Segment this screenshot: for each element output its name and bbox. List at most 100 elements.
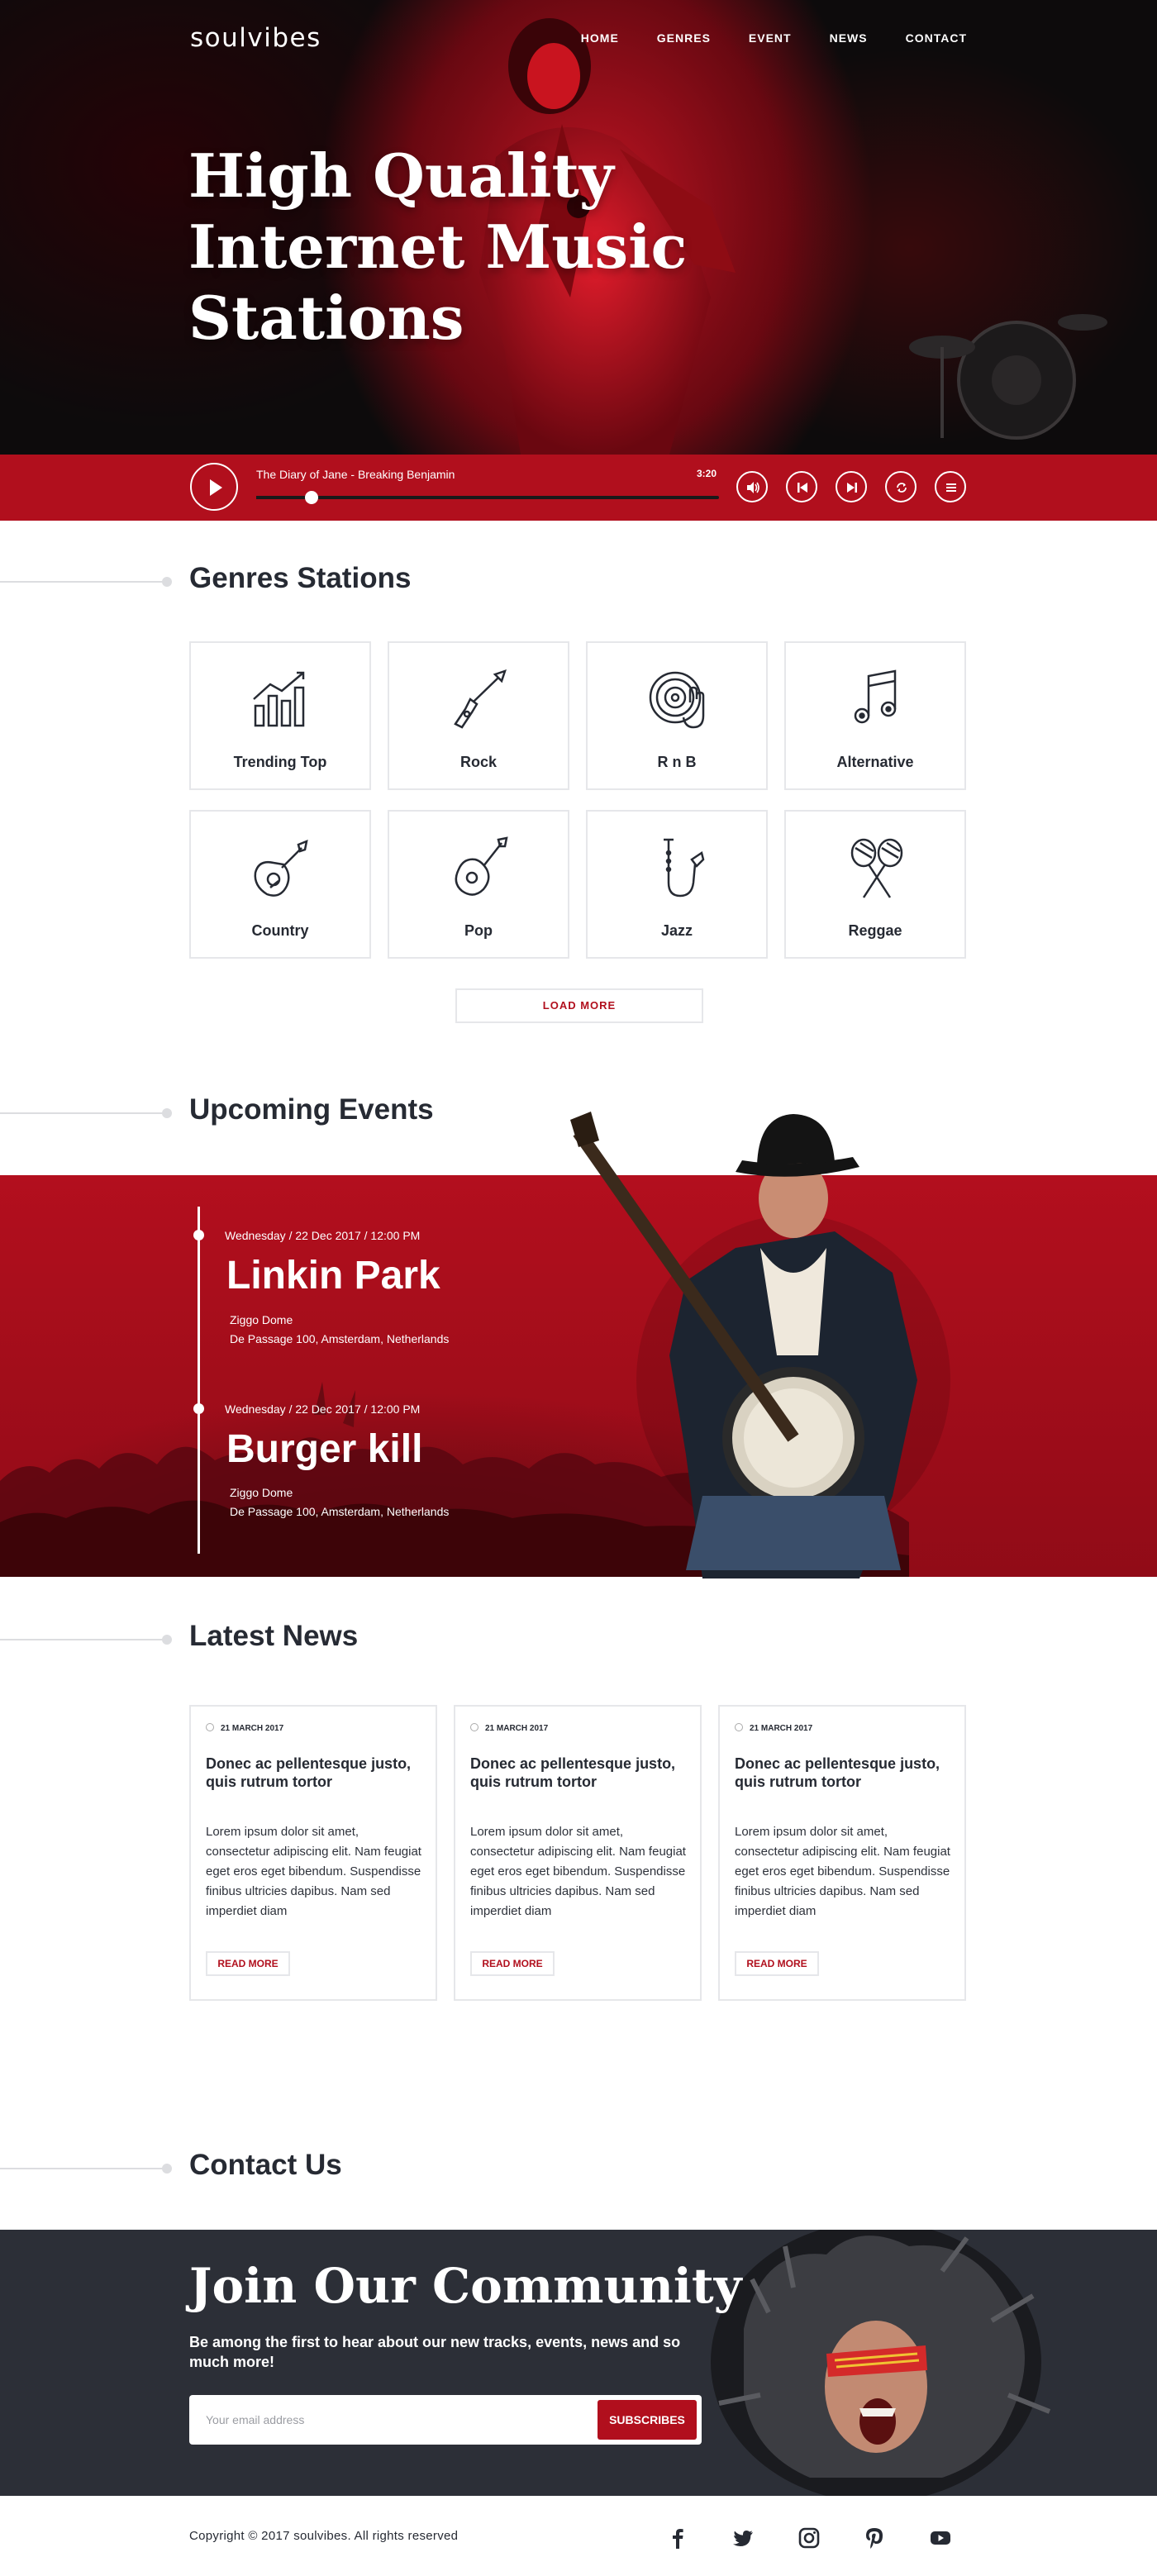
copyright-text: Copyright © 2017 soulvibes. All rights r… bbox=[189, 2529, 459, 2543]
events-heading: Upcoming Events bbox=[189, 1093, 434, 1126]
nav-news[interactable]: NEWS bbox=[830, 31, 868, 45]
genre-card-alternative[interactable]: Alternative bbox=[784, 641, 966, 790]
instagram-icon bbox=[798, 2527, 820, 2549]
nav-home[interactable]: HOME bbox=[581, 31, 619, 45]
music-note-icon bbox=[854, 669, 897, 724]
news-card: 21 MARCH 2017 Donec ac pellentesque just… bbox=[454, 1705, 702, 2001]
event-venue-address: De Passage 100, Amsterdam, Netherlands bbox=[230, 1505, 450, 1518]
event-venue-name: Ziggo Dome bbox=[230, 1313, 293, 1326]
news-card: 21 MARCH 2017 Donec ac pellentesque just… bbox=[189, 1705, 437, 2001]
trending-chart-icon bbox=[253, 671, 305, 727]
section-divider-dot bbox=[162, 1635, 172, 1645]
genre-card-rnb[interactable]: R n B bbox=[586, 641, 768, 790]
next-icon bbox=[847, 483, 857, 493]
playlist-button[interactable] bbox=[935, 471, 966, 502]
news-heading: Latest News bbox=[189, 1620, 359, 1652]
music-player-bar bbox=[0, 455, 1157, 521]
genre-card-jazz[interactable]: Jazz bbox=[586, 810, 768, 959]
hero-title-line: High Quality bbox=[188, 140, 614, 211]
load-more-button[interactable]: LOAD MORE bbox=[455, 988, 703, 1023]
pinterest-link[interactable] bbox=[862, 2526, 887, 2550]
previous-button[interactable] bbox=[786, 471, 817, 502]
track-progress-fill bbox=[256, 496, 312, 499]
facebook-icon bbox=[673, 2529, 683, 2549]
event-title[interactable]: Burger kill bbox=[226, 1426, 422, 1472]
hero-title: High Quality Internet Music Stations bbox=[188, 140, 767, 354]
event-venue: Ziggo Dome De Passage 100, Amsterdam, Ne… bbox=[230, 1311, 449, 1349]
nav-contact[interactable]: CONTACT bbox=[906, 31, 967, 45]
genre-label: Reggae bbox=[848, 922, 902, 939]
join-title: Join Our Community bbox=[189, 2258, 742, 2314]
timeline-dot bbox=[193, 1403, 204, 1414]
track-time: 3:20 bbox=[697, 468, 717, 479]
track-progress-bar[interactable] bbox=[256, 491, 719, 504]
genre-card-pop[interactable]: Pop bbox=[388, 810, 569, 959]
genre-label: Jazz bbox=[660, 922, 693, 939]
maracas-icon bbox=[850, 838, 903, 898]
genres-heading: Genres Stations bbox=[189, 562, 412, 594]
news-date: 21 MARCH 2017 bbox=[206, 1723, 283, 1733]
genre-card-country[interactable]: Country bbox=[189, 810, 371, 959]
section-divider-dot bbox=[162, 2164, 172, 2174]
news-date: 21 MARCH 2017 bbox=[470, 1723, 548, 1733]
news-title[interactable]: Donec ac pellentesque justo, quis rutrum… bbox=[735, 1755, 951, 1791]
news-excerpt: Lorem ipsum dolor sit amet, consectetur … bbox=[206, 1825, 421, 1918]
read-more-button[interactable]: READ MORE bbox=[470, 1951, 555, 1976]
event-meta: Wednesday / 22 Dec 2017 / 12:00 PM bbox=[225, 1229, 421, 1242]
email-input[interactable] bbox=[206, 2410, 594, 2430]
banjo-player-photo bbox=[570, 1112, 950, 1578]
news-title[interactable]: Donec ac pellentesque justo, quis rutrum… bbox=[206, 1755, 422, 1791]
nav-genres[interactable]: GENRES bbox=[657, 31, 711, 45]
news-excerpt: Lorem ipsum dolor sit amet, consectetur … bbox=[470, 1825, 686, 1918]
twitter-icon bbox=[733, 2531, 753, 2546]
event-meta: Wednesday / 22 Dec 2017 / 12:00 PM bbox=[225, 1402, 421, 1416]
nav-event[interactable]: EVENT bbox=[749, 31, 792, 45]
news-title[interactable]: Donec ac pellentesque justo, quis rutrum… bbox=[470, 1755, 687, 1791]
genre-card-reggae[interactable]: Reggae bbox=[784, 810, 966, 959]
event-title[interactable]: Linkin Park bbox=[226, 1253, 440, 1298]
events-timeline bbox=[198, 1207, 200, 1554]
genre-label: Alternative bbox=[836, 754, 914, 770]
genre-label: Trending Top bbox=[233, 754, 327, 770]
playlist-icon bbox=[946, 483, 956, 492]
read-more-button[interactable]: READ MORE bbox=[206, 1951, 290, 1976]
news-card: 21 MARCH 2017 Donec ac pellentesque just… bbox=[718, 1705, 966, 2001]
instagram-link[interactable] bbox=[797, 2526, 821, 2550]
site-logo[interactable]: soulvibes bbox=[190, 23, 321, 53]
genre-label: Rock bbox=[459, 754, 497, 770]
page: soulvibes HOME GENRES EVENT NEWS CONTACT… bbox=[0, 0, 1157, 2576]
previous-icon bbox=[798, 483, 807, 493]
repeat-button[interactable] bbox=[885, 471, 917, 502]
youtube-link[interactable] bbox=[928, 2526, 953, 2550]
guitar-icon bbox=[455, 836, 508, 896]
read-more-button[interactable]: READ MORE bbox=[735, 1951, 819, 1976]
next-button[interactable] bbox=[836, 471, 867, 502]
hero-banner: soulvibes HOME GENRES EVENT NEWS CONTACT… bbox=[0, 0, 1157, 455]
top-navigation: soulvibes HOME GENRES EVENT NEWS CONTACT bbox=[190, 23, 967, 56]
genre-label: Pop bbox=[464, 922, 493, 939]
volume-button[interactable] bbox=[736, 471, 768, 502]
event-venue: Ziggo Dome De Passage 100, Amsterdam, Ne… bbox=[230, 1483, 449, 1521]
rocker-photo bbox=[711, 2230, 1051, 2496]
repeat-icon bbox=[897, 483, 907, 493]
play-icon bbox=[210, 479, 222, 496]
track-title: The Diary of Jane - Breaking Benjamin bbox=[256, 468, 455, 481]
genre-label: R n B bbox=[657, 754, 697, 770]
subscribe-button[interactable]: SUBSCRIBES bbox=[598, 2400, 697, 2440]
newsletter-form: SUBSCRIBES bbox=[189, 2395, 702, 2445]
genre-card-trending[interactable]: Trending Top bbox=[189, 641, 371, 790]
timeline-dot bbox=[193, 1230, 204, 1240]
vinyl-hand-icon bbox=[649, 671, 705, 729]
play-button[interactable] bbox=[190, 463, 238, 511]
twitter-link[interactable] bbox=[731, 2526, 755, 2550]
saxophone-icon bbox=[664, 838, 705, 898]
hero-title-line: Stations bbox=[188, 283, 464, 353]
section-divider-dot bbox=[162, 1108, 172, 1118]
section-divider-dot bbox=[162, 577, 172, 587]
genre-card-rock[interactable]: Rock bbox=[388, 641, 569, 790]
facebook-link[interactable] bbox=[665, 2526, 690, 2550]
news-date: 21 MARCH 2017 bbox=[735, 1723, 812, 1733]
acoustic-guitar-icon bbox=[254, 839, 308, 897]
electric-guitar-icon bbox=[454, 669, 507, 729]
drum-kit-photo bbox=[909, 314, 1107, 440]
